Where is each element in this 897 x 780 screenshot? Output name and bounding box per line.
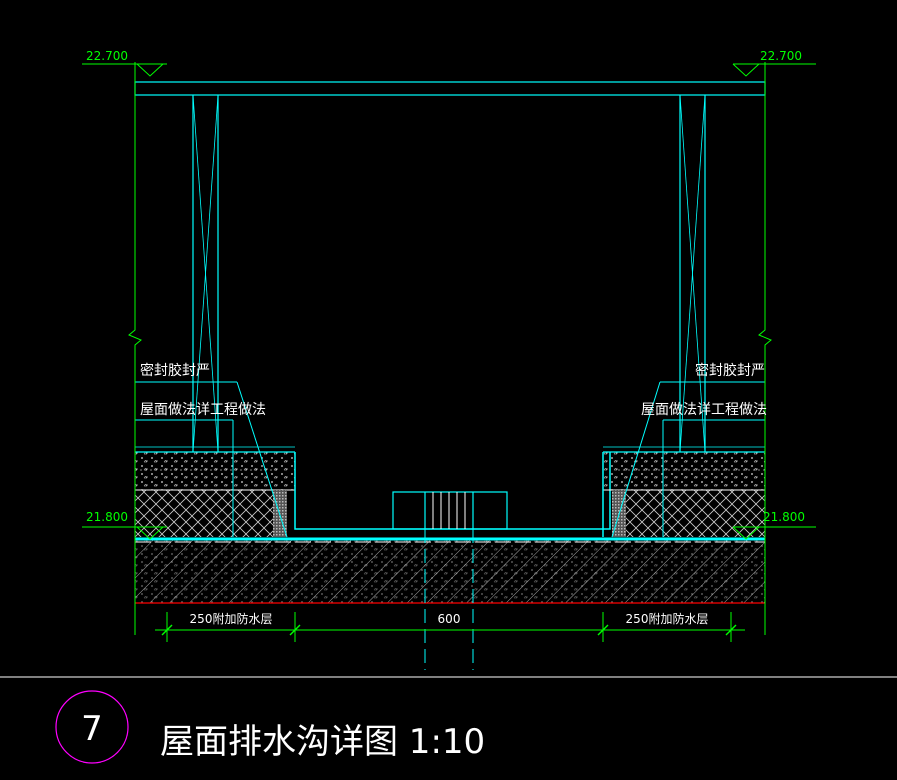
dimension-label-right: 250附加防水层: [626, 611, 709, 626]
title-block: 7 屋面排水沟详图 1:10: [55, 690, 485, 764]
sealant-note-right: 密封胶封严: [695, 362, 765, 379]
detail-number: 7: [81, 709, 103, 749]
roof-note-left: 屋面做法详工程做法: [140, 402, 266, 418]
concrete-slab: [135, 537, 765, 604]
elevation-label: 22.700: [86, 49, 128, 63]
elevation-label: 21.800: [86, 510, 128, 524]
elevation-label: 22.700: [760, 49, 802, 63]
detail-title: 屋面排水沟详图 1:10: [160, 722, 485, 762]
elevation-marker-top-left: 22.700: [82, 49, 167, 77]
drainage-ditch-section-drawing: 22.700 22.700 21.800 21.800 密封胶封严 屋面做法详工…: [0, 49, 897, 764]
elevation-label: 21.800: [763, 510, 805, 524]
elevation-marker-top-right: 22.700: [732, 49, 816, 77]
dimension-label-center: 600: [438, 612, 461, 626]
sealant-note-left: 密封胶封严: [140, 362, 210, 379]
top-frame: [134, 81, 766, 453]
roof-note-right: 屋面做法详工程做法: [641, 402, 767, 418]
dimension-label-left: 250附加防水层: [190, 611, 273, 626]
dimension-line: 250附加防水层 600 250附加防水层: [155, 611, 745, 642]
